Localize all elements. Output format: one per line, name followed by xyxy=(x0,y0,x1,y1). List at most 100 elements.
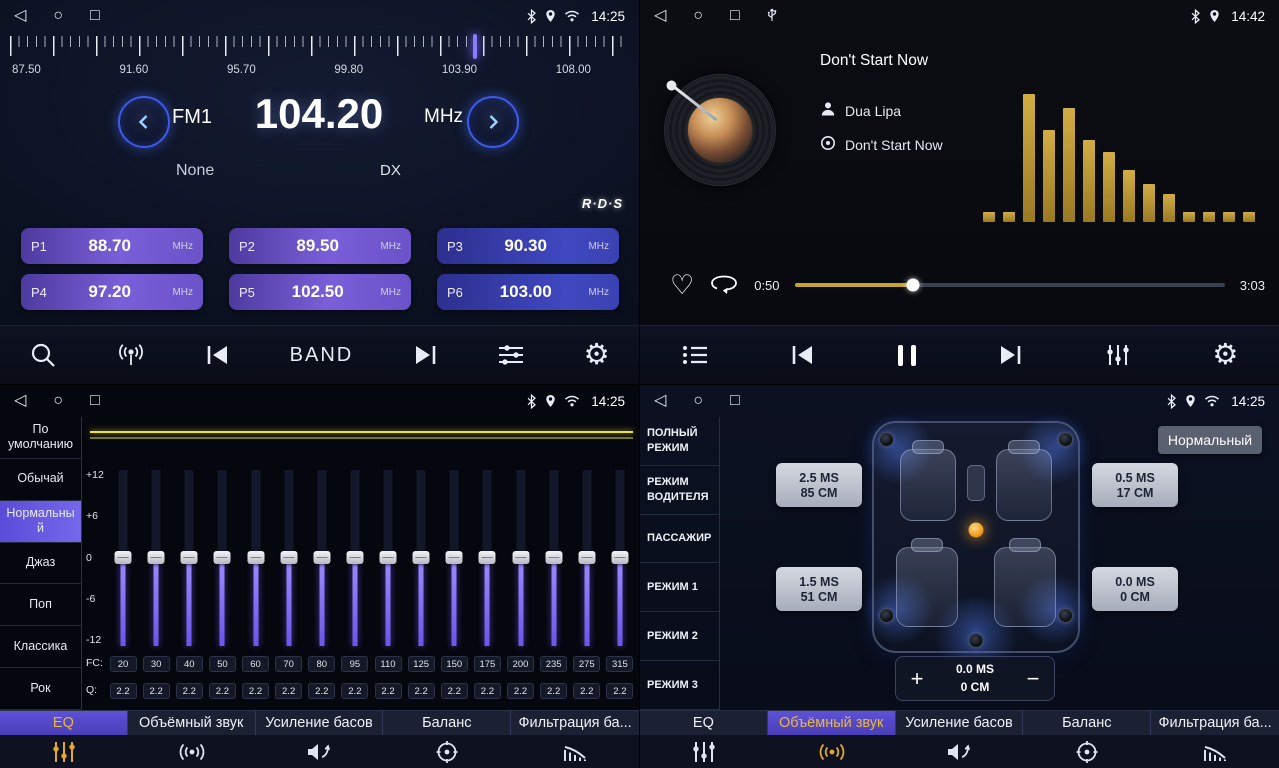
slider-thumb[interactable] xyxy=(313,551,330,564)
radio-preset-button[interactable]: P1 88.70 MHz xyxy=(21,228,203,264)
sound-preset-button[interactable]: Нормальный xyxy=(1158,426,1262,454)
slider-thumb[interactable] xyxy=(346,551,363,564)
radio-preset-button[interactable]: P3 90.30 MHz xyxy=(437,228,619,264)
listening-position-dot[interactable] xyxy=(969,523,984,538)
front-left-speaker-icon[interactable] xyxy=(879,432,894,447)
rear-right-speaker-icon[interactable] xyxy=(1058,608,1073,623)
eq-preset-item[interactable]: Нормальный xyxy=(0,501,81,543)
listening-mode-item[interactable]: РЕЖИМ 2 xyxy=(640,612,719,661)
balance-icon[interactable] xyxy=(1023,735,1151,768)
surround-sound-icon[interactable] xyxy=(128,735,256,768)
eq-preset-item[interactable]: Джаз xyxy=(0,543,81,585)
settings-gear-icon[interactable]: ⚙ xyxy=(584,341,610,370)
eq-band-slider[interactable] xyxy=(373,469,403,646)
listening-mode-item[interactable]: РЕЖИМ 1 xyxy=(640,563,719,612)
home-icon[interactable]: ○ xyxy=(53,8,63,24)
eq-preset-item[interactable]: Обычай xyxy=(0,459,81,501)
seek-bar-knob[interactable] xyxy=(906,279,919,292)
slider-thumb[interactable] xyxy=(380,551,397,564)
tune-up-button[interactable] xyxy=(467,96,519,148)
radio-preset-button[interactable]: P2 89.50 MHz xyxy=(229,228,411,264)
delay-front-left[interactable]: 2.5 MS 85 CM xyxy=(776,463,862,507)
balance-icon[interactable] xyxy=(383,735,511,768)
eq-sliders-icon[interactable] xyxy=(640,735,768,768)
back-icon[interactable]: ◁ xyxy=(14,393,26,409)
recents-icon[interactable]: □ xyxy=(730,8,740,24)
rear-left-speaker-icon[interactable] xyxy=(879,608,894,623)
favorite-icon[interactable]: ♡ xyxy=(670,272,694,299)
eq-band-slider[interactable] xyxy=(439,469,469,646)
slider-thumb[interactable] xyxy=(247,551,264,564)
eq-preset-item[interactable]: Поп xyxy=(0,584,81,626)
listening-mode-item[interactable]: ПАССАЖИР xyxy=(640,515,719,564)
radio-preset-button[interactable]: P4 97.20 MHz xyxy=(21,274,203,310)
eq-preset-item[interactable]: Рок xyxy=(0,668,81,710)
home-icon[interactable]: ○ xyxy=(693,8,703,24)
tab-bass-boost[interactable]: Усиление басов xyxy=(896,710,1024,735)
listening-mode-item[interactable]: ПОЛНЫЙ РЕЖИМ xyxy=(640,417,719,466)
home-icon[interactable]: ○ xyxy=(693,393,703,409)
radio-preset-button[interactable]: P6 103.00 MHz xyxy=(437,274,619,310)
band-button[interactable]: BAND xyxy=(290,344,354,367)
pause-icon[interactable] xyxy=(898,345,916,366)
mixer-icon[interactable] xyxy=(1105,343,1131,367)
eq-preset-item[interactable]: По умолчанию xyxy=(0,417,81,459)
surround-sound-icon[interactable] xyxy=(768,735,896,768)
slider-thumb[interactable] xyxy=(115,551,132,564)
eq-band-slider[interactable] xyxy=(539,469,569,646)
bass-boost-icon[interactable] xyxy=(256,735,384,768)
back-icon[interactable]: ◁ xyxy=(654,8,666,24)
eq-band-slider[interactable] xyxy=(340,469,370,646)
recents-icon[interactable]: □ xyxy=(90,8,100,24)
tab-balance[interactable]: Баланс xyxy=(383,710,511,735)
slider-thumb[interactable] xyxy=(446,551,463,564)
search-icon[interactable] xyxy=(29,341,57,369)
back-icon[interactable]: ◁ xyxy=(654,393,666,409)
subwoofer-icon[interactable] xyxy=(969,633,984,648)
slider-thumb[interactable] xyxy=(148,551,165,564)
slider-thumb[interactable] xyxy=(611,551,628,564)
eq-band-slider[interactable] xyxy=(274,469,304,646)
eq-band-slider[interactable] xyxy=(572,469,602,646)
next-track-icon[interactable] xyxy=(997,344,1023,366)
eq-band-slider[interactable] xyxy=(141,469,171,646)
eq-band-slider[interactable] xyxy=(307,469,337,646)
tab-surround-sound[interactable]: Объёмный звук xyxy=(128,710,256,735)
eq-band-slider[interactable] xyxy=(472,469,502,646)
eq-sliders-icon[interactable] xyxy=(0,735,128,768)
slider-thumb[interactable] xyxy=(479,551,496,564)
recents-icon[interactable]: □ xyxy=(730,393,740,409)
filter-icon[interactable] xyxy=(511,735,639,768)
listening-mode-item[interactable]: РЕЖИМ 3 xyxy=(640,661,719,710)
bass-boost-icon[interactable] xyxy=(896,735,1024,768)
eq-band-slider[interactable] xyxy=(241,469,271,646)
tab-bass-boost[interactable]: Усиление басов xyxy=(256,710,384,735)
listening-mode-item[interactable]: РЕЖИМ ВОДИТЕЛЯ xyxy=(640,466,719,515)
slider-thumb[interactable] xyxy=(512,551,529,564)
slider-thumb[interactable] xyxy=(181,551,198,564)
delay-rear-right[interactable]: 0.0 MS 0 CM xyxy=(1092,567,1178,611)
broadcast-icon[interactable] xyxy=(116,342,146,368)
eq-band-slider[interactable] xyxy=(108,469,138,646)
slider-thumb[interactable] xyxy=(578,551,595,564)
slider-thumb[interactable] xyxy=(214,551,231,564)
delay-front-right[interactable]: 0.5 MS 17 CM xyxy=(1092,463,1178,507)
eq-band-slider[interactable] xyxy=(406,469,436,646)
radio-preset-button[interactable]: P5 102.50 MHz xyxy=(229,274,411,310)
eq-band-slider[interactable] xyxy=(207,469,237,646)
frequency-ruler[interactable]: 87.50 91.60 95.70 99.80 103.90 108.00 xyxy=(0,34,639,84)
decrease-delay-button[interactable]: − xyxy=(1012,666,1054,692)
eq-band-slider[interactable] xyxy=(506,469,536,646)
repeat-icon[interactable] xyxy=(709,272,739,299)
audio-settings-icon[interactable] xyxy=(497,343,525,367)
delay-rear-left[interactable]: 1.5 MS 51 CM xyxy=(776,567,862,611)
tune-down-button[interactable] xyxy=(118,96,170,148)
recents-icon[interactable]: □ xyxy=(90,393,100,409)
home-icon[interactable]: ○ xyxy=(53,393,63,409)
tab-eq[interactable]: EQ xyxy=(0,710,128,735)
tab-filter[interactable]: Фильтрация ба... xyxy=(1151,710,1279,735)
settings-gear-icon[interactable]: ⚙ xyxy=(1212,341,1238,370)
seek-bar[interactable] xyxy=(795,283,1225,287)
eq-band-slider[interactable] xyxy=(174,469,204,646)
increase-delay-button[interactable]: + xyxy=(896,666,938,692)
